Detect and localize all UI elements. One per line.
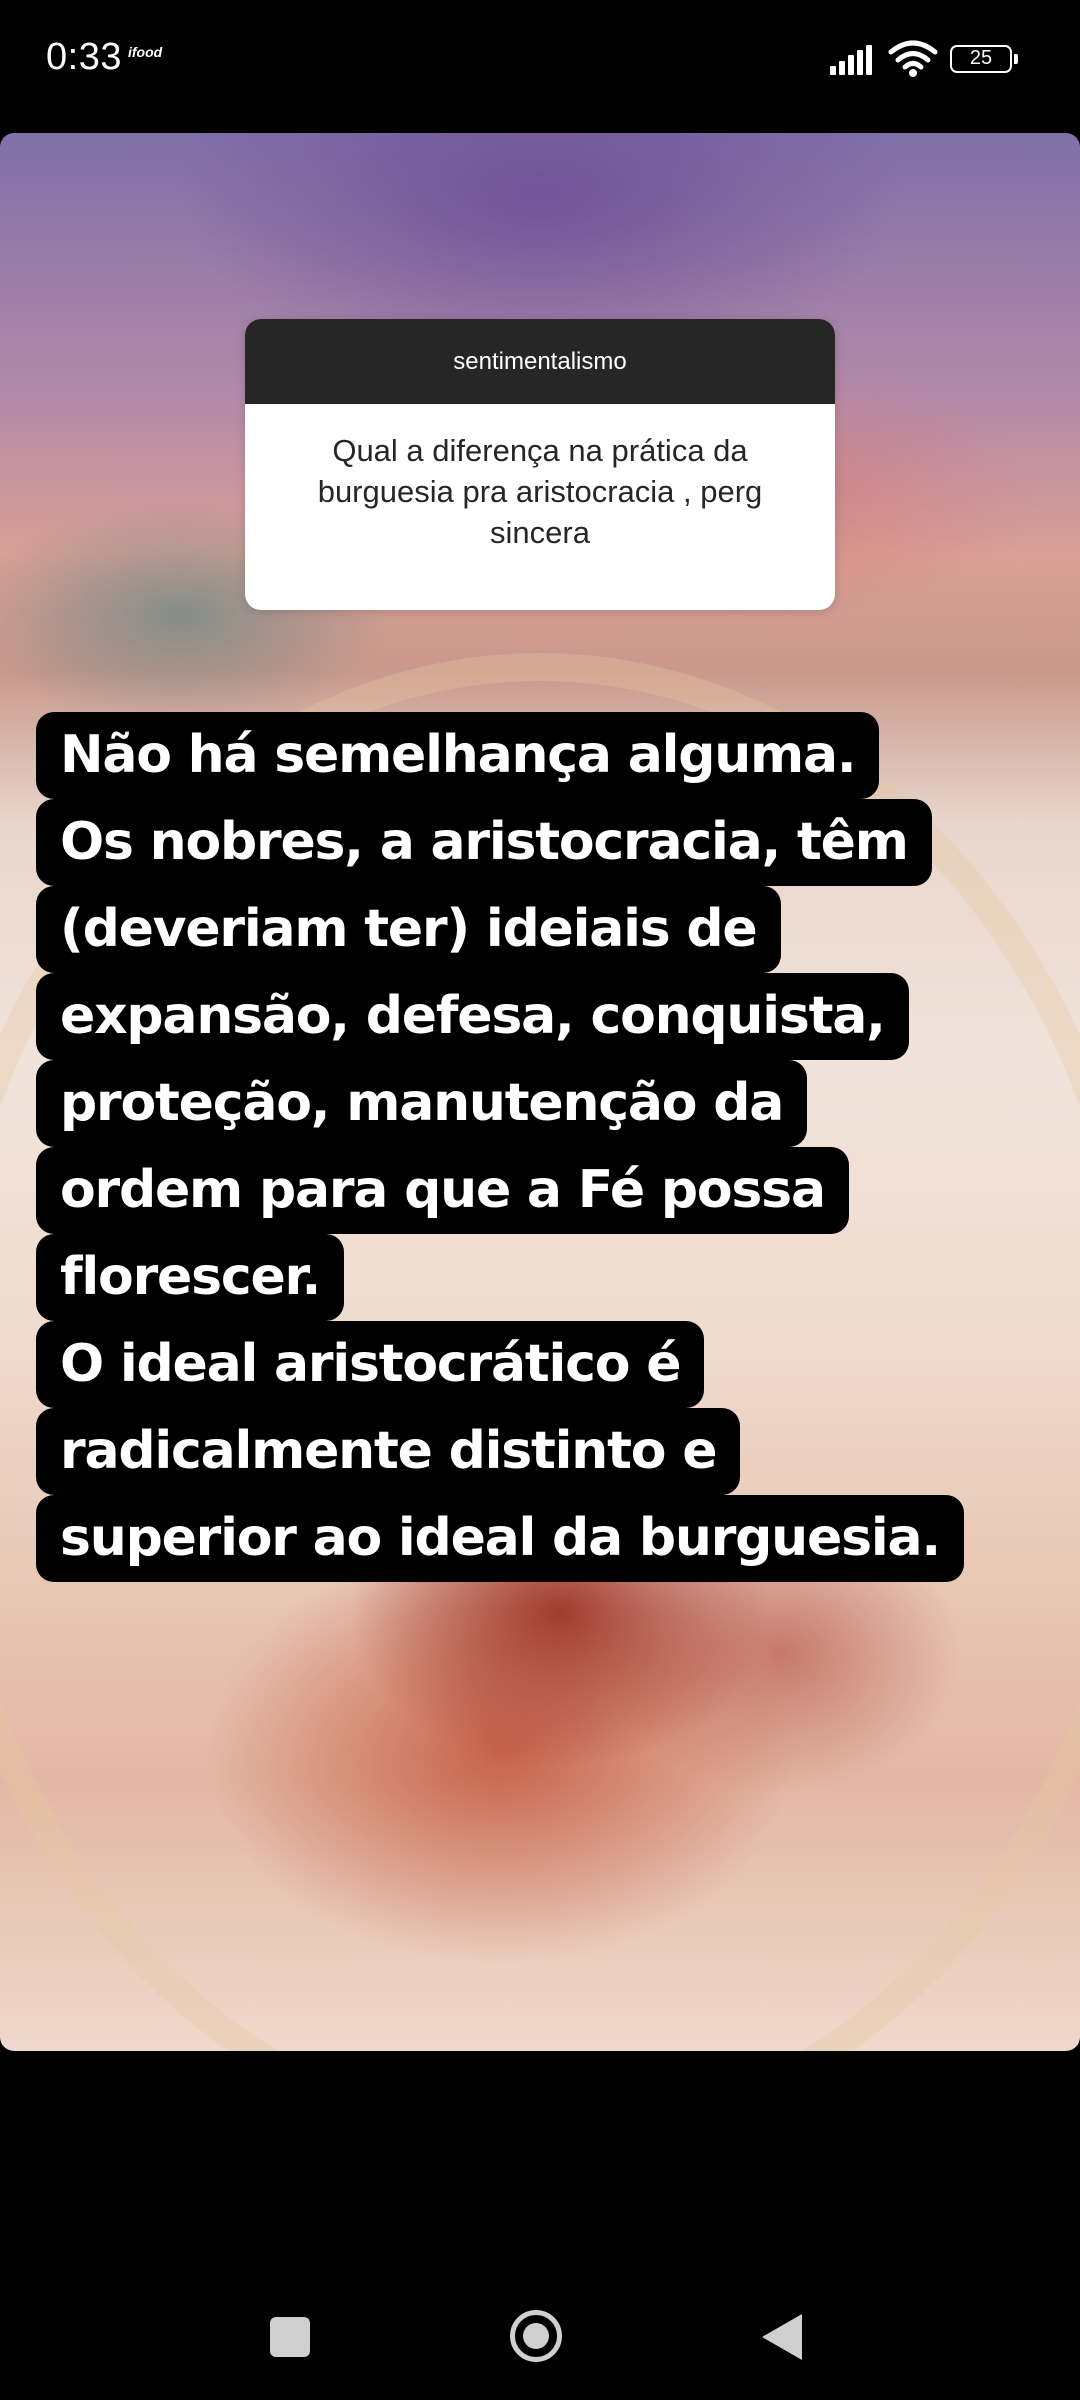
- answer-line: expansão, defesa, conquista,: [36, 973, 909, 1060]
- question-username: sentimentalismo: [245, 319, 835, 404]
- status-time: 0:33: [46, 36, 122, 78]
- answer-line: florescer.: [36, 1234, 345, 1321]
- navigation-bar: [0, 2250, 1080, 2400]
- back-triangle-icon[interactable]: [762, 2314, 802, 2360]
- answer-line: radicalmente distinto e: [36, 1408, 741, 1495]
- status-bar: 0:33 ifood 25: [0, 0, 1080, 125]
- answer-line: O ideal aristocrático é: [36, 1321, 705, 1408]
- battery-icon: 25: [950, 45, 1018, 73]
- answer-line: ordem para que a Fé possa: [36, 1147, 849, 1234]
- wifi-icon: [888, 40, 938, 77]
- ifood-notification-icon: ifood: [128, 44, 163, 60]
- answer-line: proteção, manutenção da: [36, 1060, 808, 1147]
- answer-line: Não há semelhança alguma.: [36, 712, 880, 799]
- answer-line: Os nobres, a aristocracia, têm: [36, 799, 932, 886]
- answer-line: (deveriam ter) ideiais de: [36, 886, 781, 973]
- question-text: Qual a diferença na prática da burguesia…: [317, 433, 763, 550]
- question-sticker[interactable]: sentimentalismo Qual a diferença na prát…: [245, 319, 835, 610]
- recents-square-icon[interactable]: [270, 2317, 310, 2357]
- signal-bars-icon: [830, 45, 872, 75]
- answer-line: superior ao ideal da burguesia.: [36, 1495, 964, 1582]
- home-circle-icon[interactable]: [510, 2310, 562, 2362]
- answer-text-block: Não há semelhança alguma. Os nobres, a a…: [36, 712, 1066, 1582]
